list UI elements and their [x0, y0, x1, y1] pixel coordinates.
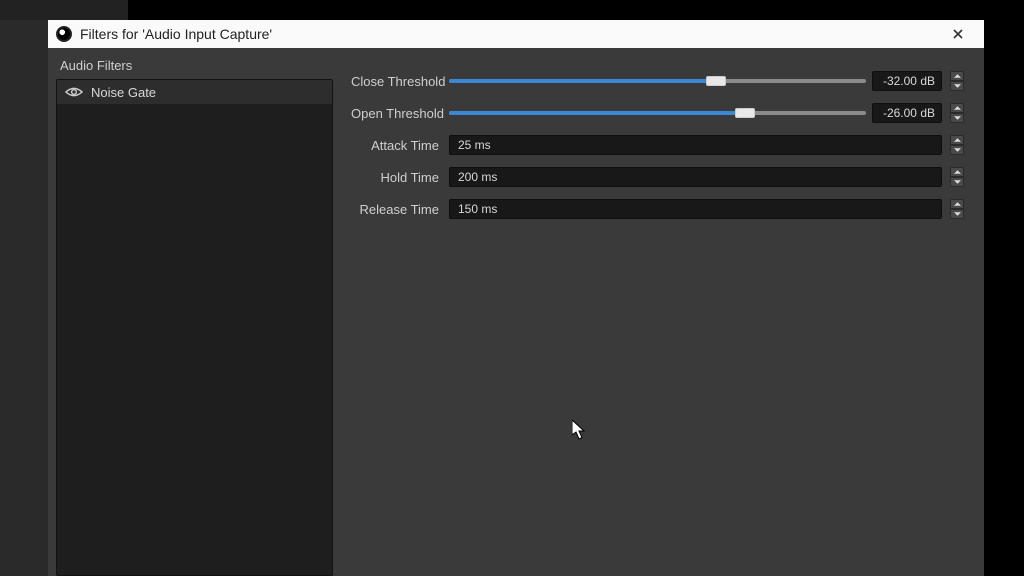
spinner-up[interactable]	[950, 103, 964, 113]
value-open-threshold[interactable]: -26.00 dB	[872, 103, 942, 123]
filters-dialog: Filters for 'Audio Input Capture' Audio …	[48, 20, 984, 576]
filter-item-noise-gate[interactable]: Noise Gate	[57, 80, 332, 104]
label-hold-time: Hold Time	[351, 170, 439, 185]
label-release-time: Release Time	[351, 202, 439, 217]
slider-fill	[449, 111, 745, 115]
row-close-threshold: Close Threshold -32.00 dB	[351, 70, 964, 92]
window-title: Filters for 'Audio Input Capture'	[80, 26, 938, 42]
spinner-up[interactable]	[950, 167, 964, 177]
spinner-up[interactable]	[950, 135, 964, 145]
spinner-down[interactable]	[950, 177, 964, 187]
spinner-open-threshold	[950, 103, 964, 123]
label-open-threshold: Open Threshold	[351, 106, 439, 121]
release-time-wrap: 150 ms	[449, 199, 964, 219]
spinner-down[interactable]	[950, 113, 964, 123]
spinner-down[interactable]	[950, 81, 964, 91]
slider-thumb[interactable]	[735, 108, 755, 118]
filter-list[interactable]: Noise Gate	[56, 79, 333, 576]
dialog-content: Audio Filters Noise Gate Close Threshold	[48, 48, 984, 576]
spinner-down[interactable]	[950, 145, 964, 155]
properties-panel: Close Threshold -32.00 dB Open Threshold	[333, 58, 984, 576]
sidebar: Audio Filters Noise Gate	[48, 58, 333, 576]
spinner-close-threshold	[950, 71, 964, 91]
close-button[interactable]	[938, 20, 978, 48]
row-release-time: Release Time 150 ms	[351, 198, 964, 220]
row-open-threshold: Open Threshold -26.00 dB	[351, 102, 964, 124]
bg-strip-top	[0, 0, 128, 20]
slider-close-threshold-wrap: -32.00 dB	[449, 71, 964, 91]
close-icon	[953, 29, 963, 39]
spinner-up[interactable]	[950, 199, 964, 209]
spinner-attack-time	[950, 135, 964, 155]
label-attack-time: Attack Time	[351, 138, 439, 153]
input-attack-time[interactable]: 25 ms	[449, 135, 942, 155]
attack-time-wrap: 25 ms	[449, 135, 964, 155]
obs-logo-icon	[56, 26, 72, 42]
value-close-threshold[interactable]: -32.00 dB	[872, 71, 942, 91]
slider-close-threshold[interactable]	[449, 79, 866, 83]
hold-time-wrap: 200 ms	[449, 167, 964, 187]
input-release-time[interactable]: 150 ms	[449, 199, 942, 219]
eye-icon[interactable]	[65, 86, 83, 98]
slider-thumb[interactable]	[706, 76, 726, 86]
slider-open-threshold[interactable]	[449, 111, 866, 115]
row-attack-time: Attack Time 25 ms	[351, 134, 964, 156]
bg-strip-left	[0, 20, 48, 576]
slider-fill	[449, 79, 716, 83]
spinner-down[interactable]	[950, 209, 964, 219]
spinner-up[interactable]	[950, 71, 964, 81]
titlebar: Filters for 'Audio Input Capture'	[48, 20, 984, 48]
spinner-release-time	[950, 199, 964, 219]
input-hold-time[interactable]: 200 ms	[449, 167, 942, 187]
spinner-hold-time	[950, 167, 964, 187]
sidebar-title: Audio Filters	[56, 58, 333, 79]
filter-item-label: Noise Gate	[91, 85, 156, 100]
row-hold-time: Hold Time 200 ms	[351, 166, 964, 188]
label-close-threshold: Close Threshold	[351, 74, 439, 89]
slider-open-threshold-wrap: -26.00 dB	[449, 103, 964, 123]
